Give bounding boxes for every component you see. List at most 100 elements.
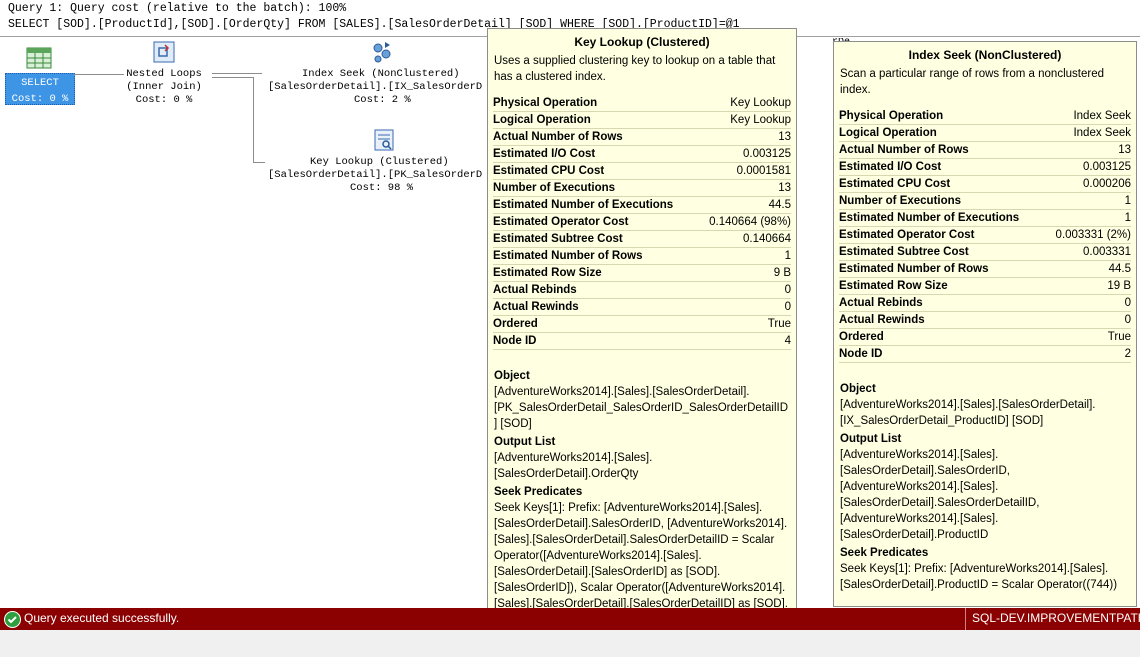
property-value: 0.003125 bbox=[1044, 158, 1131, 176]
property-value: 0.003331 (2%) bbox=[1044, 226, 1131, 244]
property-value: 0.000206 bbox=[1044, 175, 1131, 193]
section-body: [AdventureWorks2014].[Sales].[SalesOrder… bbox=[840, 399, 1096, 427]
property-name: Estimated Row Size bbox=[493, 264, 698, 282]
index-seek-node[interactable]: Index Seek (NonClustered) [SalesOrderDet… bbox=[262, 40, 488, 107]
key-lookup-label: Key Lookup (Clustered) bbox=[310, 156, 449, 168]
tooltip-title: Index Seek (NonClustered) bbox=[908, 48, 1062, 62]
property-name: Estimated Number of Rows bbox=[839, 260, 1045, 278]
property-value: 0 bbox=[697, 298, 791, 316]
property-name: Ordered bbox=[493, 315, 698, 333]
nested-loops-label: Nested Loops bbox=[126, 68, 202, 80]
key-lookup-tooltip: Key Lookup (Clustered) Uses a supplied c… bbox=[487, 28, 797, 657]
property-name: Node ID bbox=[839, 345, 1045, 363]
property-name: Actual Number of Rows bbox=[839, 141, 1045, 159]
property-row: Estimated Number of Rows 44.5 bbox=[839, 260, 1131, 278]
property-row: Estimated Row Size 9 B bbox=[493, 264, 791, 282]
property-name: Estimated Number of Rows bbox=[493, 247, 698, 265]
property-row: Number of Executions 13 bbox=[493, 179, 791, 197]
property-value: True bbox=[697, 315, 791, 333]
property-name: Actual Rewinds bbox=[493, 298, 698, 316]
property-value: 9 B bbox=[697, 264, 791, 282]
select-node-label: SELECT bbox=[21, 77, 59, 89]
section-body: Seek Keys[1]: Prefix: [AdventureWorks201… bbox=[840, 563, 1118, 591]
section-title: Seek Predicates bbox=[840, 547, 929, 559]
section-title: Output List bbox=[494, 436, 556, 448]
property-row: Physical Operation Key Lookup bbox=[493, 95, 791, 112]
tooltip-title: Key Lookup (Clustered) bbox=[574, 35, 710, 49]
property-name: Estimated I/O Cost bbox=[493, 145, 698, 163]
property-value: 4 bbox=[697, 332, 791, 350]
section-title: Object bbox=[494, 370, 530, 382]
property-name: Actual Number of Rows bbox=[493, 128, 698, 146]
property-row: Estimated I/O Cost 0.003125 bbox=[839, 158, 1131, 176]
property-value: Index Seek bbox=[1044, 108, 1131, 125]
property-value: 0.140664 (98%) bbox=[697, 213, 791, 231]
property-value: 44.5 bbox=[697, 196, 791, 214]
property-name: Estimated CPU Cost bbox=[493, 162, 698, 180]
property-row: Ordered True bbox=[839, 328, 1131, 346]
property-row: Estimated Subtree Cost 0.140664 bbox=[493, 230, 791, 248]
property-name: Actual Rebinds bbox=[493, 281, 698, 299]
property-value: 0.140664 bbox=[697, 230, 791, 248]
tooltip-sections: Object [AdventureWorks2014].[Sales].[Sale… bbox=[488, 368, 796, 628]
index-seek-label: Index Seek (NonClustered) bbox=[302, 68, 460, 80]
success-check-icon bbox=[4, 611, 21, 628]
key-lookup-node[interactable]: Key Lookup (Clustered) [SalesOrderDetail… bbox=[262, 128, 488, 195]
property-name: Estimated Number of Executions bbox=[493, 196, 698, 214]
property-row: Estimated Number of Executions 44.5 bbox=[493, 196, 791, 214]
property-name: Estimated Operator Cost bbox=[493, 213, 698, 231]
property-row: Estimated Operator Cost 0.140664 (98%) bbox=[493, 213, 791, 231]
index-seek-tooltip: Index Seek (NonClustered) Scan a particu… bbox=[833, 41, 1137, 607]
property-name: Estimated CPU Cost bbox=[839, 175, 1045, 193]
select-icon[interactable] bbox=[24, 47, 54, 74]
property-value: Index Seek bbox=[1044, 124, 1131, 142]
property-value: Key Lookup bbox=[697, 111, 791, 129]
nested-loops-cost: Cost: 0 % bbox=[135, 94, 193, 106]
property-row: Estimated I/O Cost 0.003125 bbox=[493, 145, 791, 163]
select-node[interactable]: SELECT Cost: 0 % bbox=[5, 73, 75, 105]
nested-loops-icon bbox=[152, 40, 176, 64]
key-lookup-object: [SalesOrderDetail].[PK_SalesOrderD bbox=[268, 169, 483, 181]
property-row: Logical Operation Key Lookup bbox=[493, 111, 791, 129]
property-value: 2 bbox=[1044, 345, 1131, 363]
property-row: Actual Rebinds 0 bbox=[839, 294, 1131, 312]
property-row: Actual Rebinds 0 bbox=[493, 281, 791, 299]
property-row: Number of Executions 1 bbox=[839, 192, 1131, 210]
property-value: 0.003125 bbox=[697, 145, 791, 163]
property-name: Physical Operation bbox=[839, 108, 1045, 125]
section-title: Output List bbox=[840, 433, 902, 445]
tooltip-description: Uses a supplied clustering key to lookup… bbox=[494, 55, 776, 83]
server-name: SQL-DEV.IMPROVEMENTPATH. bbox=[972, 611, 1140, 625]
property-row: Logical Operation Index Seek bbox=[839, 124, 1131, 142]
property-value: 0 bbox=[697, 281, 791, 299]
property-row: Estimated Operator Cost 0.003331 (2%) bbox=[839, 226, 1131, 244]
property-name: Node ID bbox=[493, 332, 698, 350]
property-value: 13 bbox=[697, 179, 791, 197]
index-seek-cost: Cost: 2 % bbox=[354, 94, 411, 106]
property-name: Number of Executions bbox=[839, 192, 1045, 210]
property-row: Actual Rewinds 0 bbox=[493, 298, 791, 316]
nested-loops-node[interactable]: Nested Loops (Inner Join) Cost: 0 % bbox=[114, 40, 214, 107]
property-row: Physical Operation Index Seek bbox=[839, 108, 1131, 125]
nested-loops-join-type: (Inner Join) bbox=[126, 81, 202, 93]
property-name: Actual Rebinds bbox=[839, 294, 1045, 312]
property-value: True bbox=[1044, 328, 1131, 346]
status-message: Query executed successfully. bbox=[24, 611, 180, 625]
tooltip-properties-table: Physical Operation Key Lookup Logical Oper… bbox=[493, 95, 791, 350]
property-value: 13 bbox=[1044, 141, 1131, 159]
property-value: 0.0001581 bbox=[697, 162, 791, 180]
index-seek-icon bbox=[370, 40, 394, 64]
property-name: Estimated Subtree Cost bbox=[493, 230, 698, 248]
key-lookup-cost: Cost: 98 % bbox=[350, 182, 414, 194]
property-value: 0 bbox=[1044, 294, 1131, 312]
tooltip-properties-table: Physical Operation Index Seek Logical Oper… bbox=[839, 108, 1131, 363]
property-name: Estimated Number of Executions bbox=[839, 209, 1045, 227]
property-row: Node ID 4 bbox=[493, 332, 791, 350]
tooltip-sections: Object [AdventureWorks2014].[Sales].[Sale… bbox=[834, 381, 1136, 593]
section-title: Seek Predicates bbox=[494, 486, 583, 498]
property-value: 19 B bbox=[1044, 277, 1131, 295]
property-name: Estimated Subtree Cost bbox=[839, 243, 1045, 261]
property-row: Estimated Row Size 19 B bbox=[839, 277, 1131, 295]
query-cost-header: Query 1: Query cost (relative to the bat… bbox=[8, 2, 347, 15]
property-row: Actual Number of Rows 13 bbox=[493, 128, 791, 146]
